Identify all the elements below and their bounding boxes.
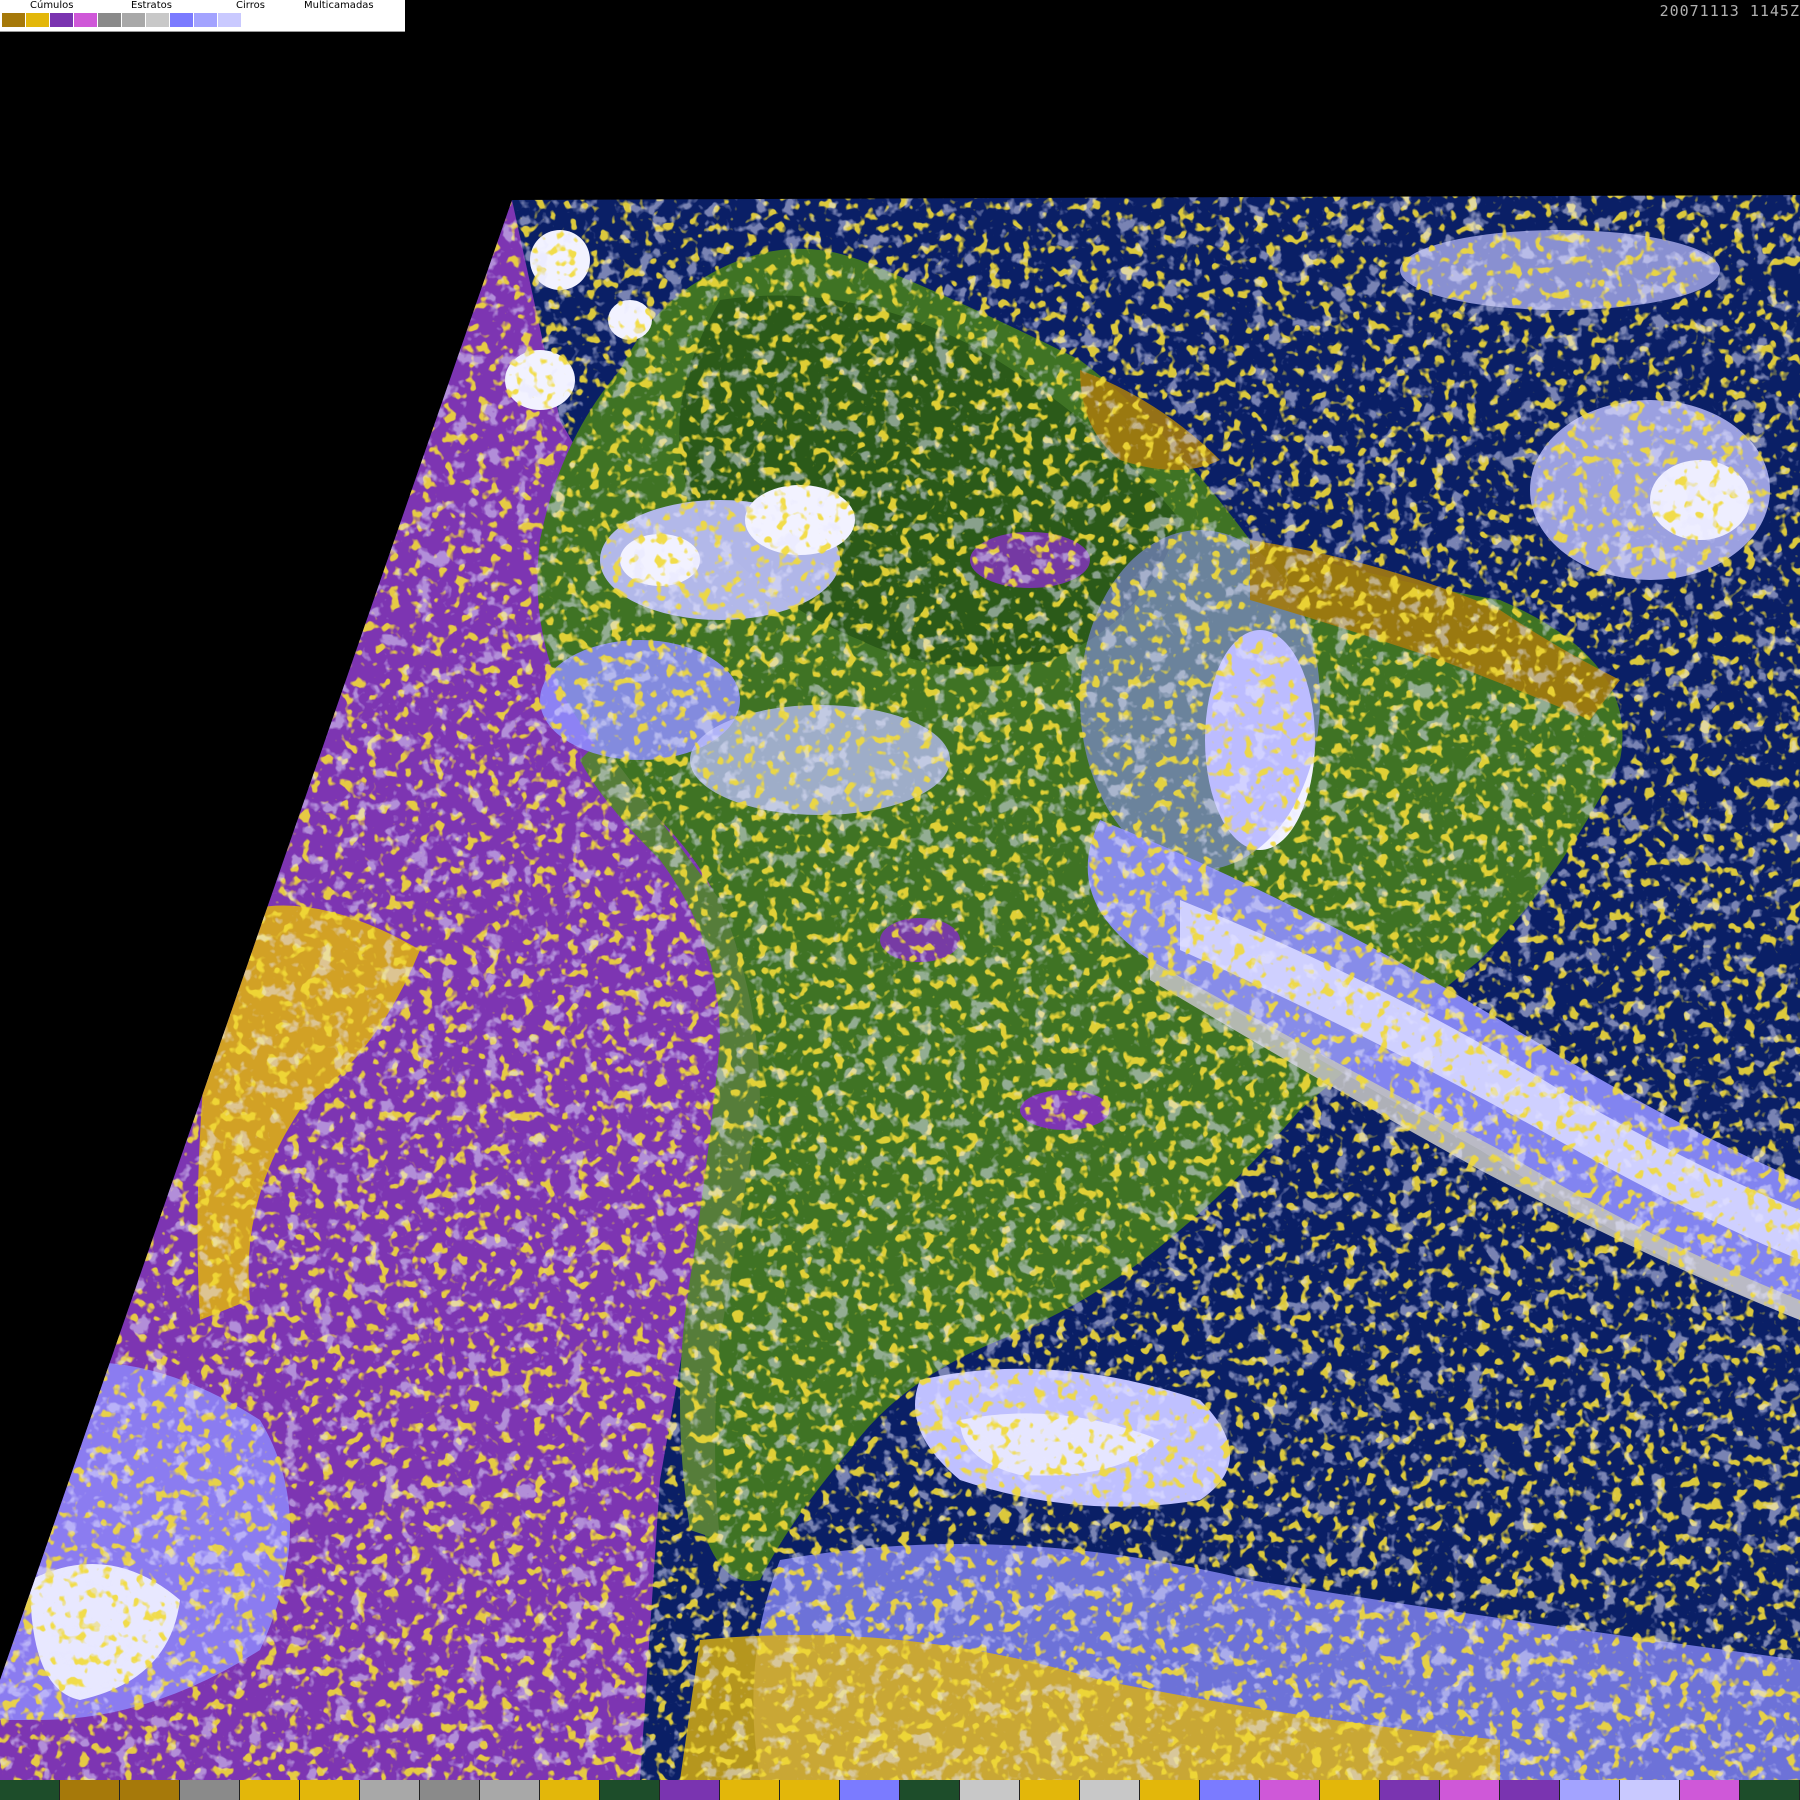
color-bar-cell — [180, 1780, 240, 1800]
color-bar-cell — [360, 1780, 420, 1800]
bottom-color-bar — [0, 1780, 1800, 1800]
legend-swatch — [194, 13, 218, 27]
color-bar-cell — [300, 1780, 360, 1800]
color-bar-cell — [1740, 1780, 1800, 1800]
color-bar-cell — [1620, 1780, 1680, 1800]
color-bar-cell — [420, 1780, 480, 1800]
color-bar-cell — [480, 1780, 540, 1800]
legend-swatch — [26, 13, 50, 27]
color-bar-cell — [600, 1780, 660, 1800]
satellite-cloud-map — [0, 0, 1800, 1780]
legend-swatch — [218, 13, 242, 27]
color-bar-cell — [1560, 1780, 1620, 1800]
color-bar-cell — [1140, 1780, 1200, 1800]
legend-label-stratus: Estratos — [131, 0, 172, 11]
legend-swatch — [146, 13, 170, 27]
color-bar-cell — [120, 1780, 180, 1800]
legend-swatch — [98, 13, 122, 27]
color-bar-cell — [1440, 1780, 1500, 1800]
color-bar-cell — [1260, 1780, 1320, 1800]
cloud-speckle — [0, 195, 1800, 1780]
legend-swatch — [74, 13, 98, 27]
legend-label-multilayer: Multicamadas — [304, 0, 374, 11]
legend-swatch — [242, 13, 253, 27]
legend-swatches — [2, 13, 253, 27]
cloud-type-legend: Cúmulos Estratos Cirros Multicamadas — [0, 0, 405, 32]
legend-swatch — [50, 13, 74, 27]
color-bar-cell — [540, 1780, 600, 1800]
color-bar-cell — [780, 1780, 840, 1800]
color-bar-cell — [1380, 1780, 1440, 1800]
legend-swatch — [170, 13, 194, 27]
legend-swatch — [122, 13, 146, 27]
color-bar-cell — [720, 1780, 780, 1800]
color-bar-cell — [660, 1780, 720, 1800]
color-bar-cell — [1020, 1780, 1080, 1800]
color-bar-cell — [900, 1780, 960, 1800]
color-bar-cell — [240, 1780, 300, 1800]
cloud-classification-image — [0, 195, 1800, 1780]
color-bar-cell — [840, 1780, 900, 1800]
color-bar-cell — [1680, 1780, 1740, 1800]
color-bar-cell — [1200, 1780, 1260, 1800]
color-bar-cell — [0, 1780, 60, 1800]
color-bar-cell — [960, 1780, 1020, 1800]
image-timestamp: 20071113 1145Z — [1659, 2, 1800, 20]
color-bar-cell — [1320, 1780, 1380, 1800]
color-bar-cell — [60, 1780, 120, 1800]
color-bar-cell — [1500, 1780, 1560, 1800]
legend-label-cumulus: Cúmulos — [30, 0, 74, 11]
color-bar-cell — [1080, 1780, 1140, 1800]
legend-swatch — [2, 13, 26, 27]
legend-label-cirrus: Cirros — [236, 0, 265, 11]
